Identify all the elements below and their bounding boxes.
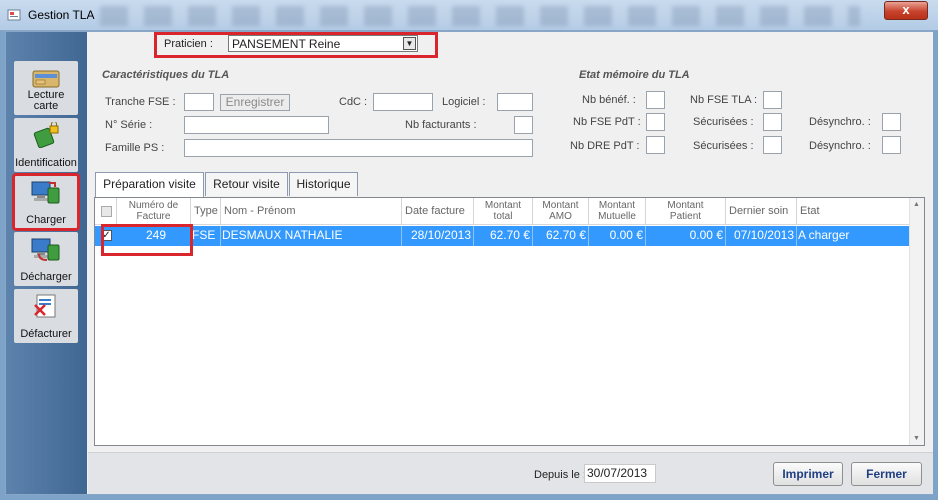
lock-card-icon: [33, 122, 59, 148]
desynchro-field-1[interactable]: [882, 113, 901, 131]
left-toolbar: Lecture carte Identification Charger Déc…: [6, 32, 87, 494]
cdc-field[interactable]: [373, 93, 433, 111]
computer-load-icon: [31, 181, 60, 204]
header-amo[interactable]: Montant AMO: [533, 198, 589, 225]
tranche-fse-field[interactable]: [184, 93, 214, 111]
blurred-background: [100, 6, 860, 26]
decharger-button[interactable]: Décharger: [14, 232, 78, 286]
cdc-label: CdC :: [339, 96, 368, 108]
logiciel-label: Logiciel :: [442, 96, 486, 108]
computer-unload-icon: [31, 238, 60, 261]
carte-label: carte: [33, 100, 59, 112]
defacturer-button[interactable]: Défacturer: [14, 289, 78, 343]
identification-button[interactable]: Identification: [14, 118, 78, 172]
desynchro-label-1: Désynchro. :: [809, 116, 871, 128]
cell-amo: 62.70 €: [533, 226, 589, 246]
fermer-button[interactable]: Fermer: [851, 462, 922, 486]
nb-dre-pdt-label: Nb DRE PdT :: [570, 140, 640, 152]
main-panel: Praticien : PANSEMENT Reine ▼ Caractéris…: [88, 32, 933, 494]
praticien-select[interactable]: PANSEMENT Reine ▼: [228, 35, 418, 52]
desynchro-label-2: Désynchro. :: [809, 140, 871, 152]
caracteristiques-title: Caractéristiques du TLA: [102, 69, 230, 81]
table-row[interactable]: ✓ 249 FSE DESMAUX NATHALIE 28/10/2013 62…: [95, 226, 910, 246]
title-bar: Gestion TLA x: [0, 0, 938, 31]
logiciel-field[interactable]: [497, 93, 533, 111]
nb-fse-tla-field[interactable]: [763, 91, 782, 109]
header-numero[interactable]: Numéro de Facture: [117, 198, 191, 225]
identification-label: Identification: [15, 157, 77, 169]
praticien-label: Praticien :: [164, 38, 213, 50]
header-dernier[interactable]: Dernier soin: [726, 198, 797, 225]
row-highlight: [101, 224, 193, 256]
charger-button[interactable]: Charger: [12, 173, 80, 231]
cell-patient: 0.00 €: [646, 226, 726, 246]
tab-preparation-visite[interactable]: Préparation visite: [95, 172, 204, 197]
nb-fse-pdt-field[interactable]: [646, 113, 665, 131]
nb-facturants-field[interactable]: [514, 116, 533, 134]
cell-nom: DESMAUX NATHALIE: [221, 226, 402, 246]
vertical-scrollbar[interactable]: ▲ ▼: [909, 198, 924, 445]
tranche-fse-label: Tranche FSE :: [105, 96, 176, 108]
header-patient[interactable]: Montant Patient: [646, 198, 726, 225]
cell-dernier: 07/10/2013: [726, 226, 797, 246]
lecture-carte-button[interactable]: Lecture carte: [14, 61, 78, 115]
header-total[interactable]: Montant total: [474, 198, 533, 225]
famille-ps-label: Famille PS :: [105, 142, 165, 154]
scroll-down-icon[interactable]: ▼: [913, 435, 920, 442]
tab-historique[interactable]: Historique: [289, 172, 358, 196]
depuis-field[interactable]: 30/07/2013: [584, 464, 656, 483]
invoice-table: Numéro de Facture Type Nom - Prénom Date…: [94, 197, 925, 446]
decharger-label: Décharger: [20, 271, 72, 283]
select-all-checkbox[interactable]: [101, 206, 112, 217]
serie-label: N° Série :: [105, 119, 153, 131]
cell-total: 62.70 €: [474, 226, 533, 246]
chevron-down-icon[interactable]: ▼: [403, 37, 416, 50]
nb-benef-field[interactable]: [646, 91, 665, 109]
serie-field[interactable]: [184, 116, 329, 134]
cell-mutuelle: 0.00 €: [589, 226, 646, 246]
window-title: Gestion TLA: [28, 8, 95, 22]
enregistrer-button[interactable]: Enregistrer: [220, 94, 290, 111]
depuis-label: Depuis le :: [534, 469, 586, 481]
securisees-label-1: Sécurisées :: [693, 116, 754, 128]
card-reader-icon: [32, 70, 60, 88]
securisees-field-2[interactable]: [763, 136, 782, 154]
header-nom[interactable]: Nom - Prénom: [221, 198, 402, 225]
cell-type: FSE: [191, 226, 221, 246]
window-frame: Lecture carte Identification Charger Déc…: [5, 31, 933, 495]
nb-facturants-label: Nb facturants :: [405, 119, 477, 131]
nb-dre-pdt-field[interactable]: [646, 136, 665, 154]
bottom-bar: Depuis le : 30/07/2013 Imprimer Fermer: [88, 452, 933, 494]
nb-benef-label: Nb bénéf. :: [582, 94, 636, 106]
defacturer-label: Défacturer: [20, 328, 72, 340]
scroll-up-icon[interactable]: ▲: [913, 201, 920, 208]
desynchro-field-2[interactable]: [882, 136, 901, 154]
header-date[interactable]: Date facture: [402, 198, 474, 225]
praticien-value: PANSEMENT Reine: [232, 37, 341, 51]
securisees-field-1[interactable]: [763, 113, 782, 131]
table-header: Numéro de Facture Type Nom - Prénom Date…: [95, 198, 910, 225]
etat-memoire-title: Etat mémoire du TLA: [579, 69, 690, 81]
header-type[interactable]: Type: [191, 198, 221, 225]
nb-fse-pdt-label: Nb FSE PdT :: [573, 116, 641, 128]
header-select-all: [95, 198, 117, 225]
securisees-label-2: Sécurisées :: [693, 140, 754, 152]
famille-ps-field[interactable]: [184, 139, 533, 157]
nb-fse-tla-label: Nb FSE TLA :: [690, 94, 758, 106]
header-mutuelle[interactable]: Montant Mutuelle: [589, 198, 646, 225]
imprimer-button[interactable]: Imprimer: [773, 462, 843, 486]
cancel-invoice-icon: [34, 294, 56, 318]
cell-date: 28/10/2013: [402, 226, 474, 246]
charger-label: Charger: [26, 214, 66, 226]
app-icon: [7, 9, 21, 21]
tab-retour-visite[interactable]: Retour visite: [205, 172, 288, 196]
close-button[interactable]: x: [884, 1, 928, 20]
header-etat[interactable]: Etat: [797, 198, 910, 225]
cell-etat: A charger: [798, 228, 850, 242]
